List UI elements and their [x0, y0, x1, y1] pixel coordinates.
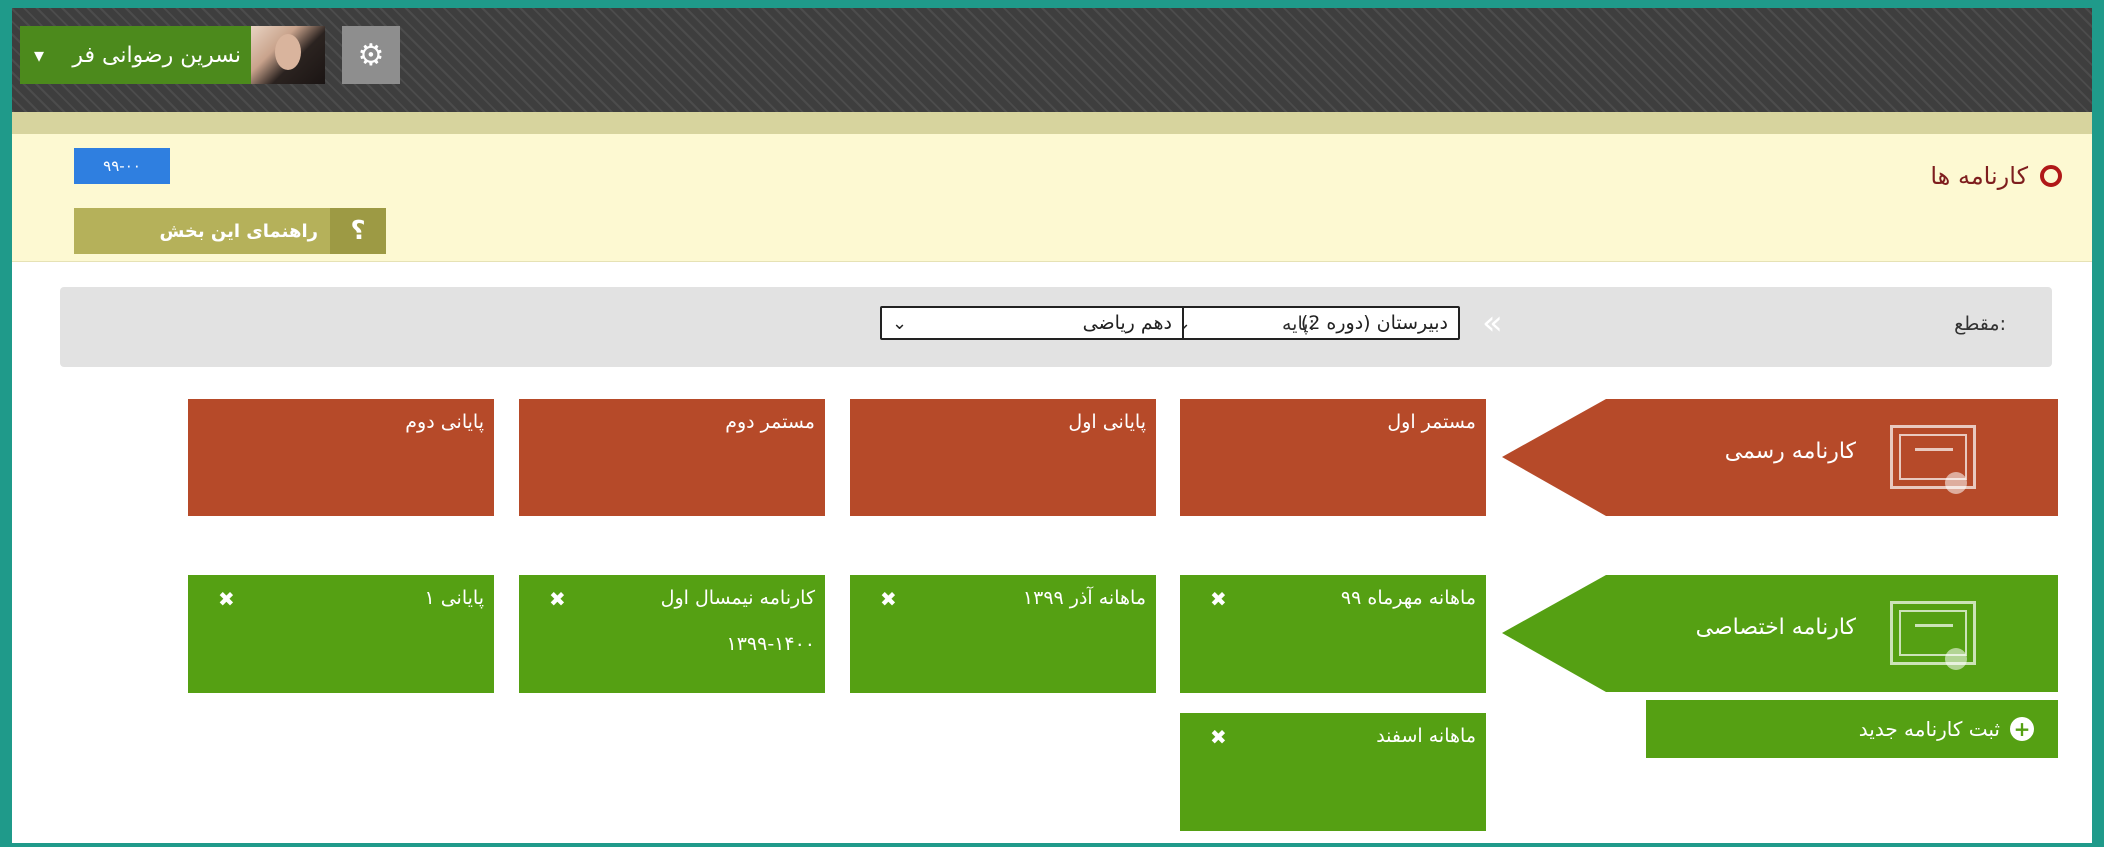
grade-label: پایه:: [1282, 313, 1315, 335]
gear-icon: ⚙: [357, 37, 385, 73]
header-strip: [12, 112, 2092, 134]
page-title-text: کارنامه ها: [1930, 162, 2028, 190]
avatar[interactable]: [251, 26, 325, 84]
add-report-card-label: ثبت کارنامه جدید: [1858, 717, 2000, 741]
grade-select-value: دهم ریاضی: [1082, 312, 1172, 334]
help-button-label: راهنمای این بخش: [159, 220, 318, 242]
official-tile[interactable]: مستمر دوم: [519, 399, 825, 516]
filter-bar: مقطع: دبیرستان (دوره 2) ⌄ « پایه: دهم ری…: [60, 287, 2052, 367]
question-icon: ؟: [330, 208, 386, 254]
page-title: کارنامه ها: [1930, 162, 2062, 190]
custom-tile-subtitle: ۱۳۹۹-۱۴۰۰: [726, 633, 816, 655]
custom-tile-title: کارنامه نیمسال اول: [660, 587, 815, 609]
chevron-down-icon[interactable]: ▾: [20, 43, 44, 67]
official-tile[interactable]: پایانی دوم: [188, 399, 494, 516]
certificate-icon: [1890, 425, 1976, 494]
custom-tile-title: پایانی ۱: [424, 587, 484, 609]
custom-report-header: کارنامه اختصاصی: [1502, 575, 2058, 692]
official-tile-label: مستمر اول: [1387, 411, 1476, 433]
custom-tile-title: ماهانه آذر ۱۳۹۹: [1022, 587, 1146, 609]
official-tile-label: مستمر دوم: [725, 411, 815, 433]
official-tile[interactable]: مستمر اول: [1180, 399, 1486, 516]
page-header: ۹۹-۰۰ ؟ راهنمای این بخش کارنامه ها: [12, 134, 2092, 262]
custom-tile[interactable]: ماهانه اسفند ✖: [1180, 713, 1486, 831]
close-icon[interactable]: ✖: [218, 587, 235, 611]
close-icon[interactable]: ✖: [1210, 587, 1227, 611]
top-bar: نسرین رضوانی فر ▾ ⚙: [12, 8, 2092, 112]
official-tile-label: پایانی دوم: [405, 411, 484, 433]
level-label: مقطع:: [1954, 313, 2006, 335]
certificate-icon: [1890, 601, 1976, 670]
official-report-header: کارنامه رسمی: [1502, 399, 2058, 516]
close-icon[interactable]: ✖: [549, 587, 566, 611]
chevron-down-icon: ⌄: [892, 312, 908, 334]
close-icon[interactable]: ✖: [1210, 725, 1227, 749]
official-report-label: کارنامه رسمی: [1724, 439, 1856, 464]
custom-tile-title: ماهانه مهرماه ۹۹: [1340, 587, 1476, 609]
add-report-card-button[interactable]: + ثبت کارنامه جدید: [1646, 700, 2058, 758]
official-tile-label: پایانی اول: [1068, 411, 1146, 433]
plus-circle-icon: +: [2010, 717, 2034, 741]
custom-tile-title: ماهانه اسفند: [1376, 725, 1476, 747]
official-tile[interactable]: پایانی اول: [850, 399, 1156, 516]
custom-tile[interactable]: ماهانه آذر ۱۳۹۹ ✖: [850, 575, 1156, 693]
level-select-value: دبیرستان (دوره 2): [1300, 312, 1448, 334]
custom-report-label: کارنامه اختصاصی: [1695, 615, 1856, 640]
close-icon[interactable]: ✖: [880, 587, 897, 611]
help-button[interactable]: ؟ راهنمای این بخش: [74, 208, 386, 254]
custom-tile[interactable]: کارنامه نیمسال اول ۱۳۹۹-۱۴۰۰ ✖: [519, 575, 825, 693]
custom-tile[interactable]: پایانی ۱ ✖: [188, 575, 494, 693]
app-frame: نسرین رضوانی فر ▾ ⚙ ۹۹-۰۰ ؟ راهنمای این …: [12, 8, 2092, 843]
double-arrow-icon: «: [1482, 303, 1503, 343]
academic-year-badge[interactable]: ۹۹-۰۰: [74, 148, 170, 184]
user-menu[interactable]: نسرین رضوانی فر ▾: [20, 26, 325, 84]
grade-select[interactable]: دهم ریاضی ⌄: [880, 306, 1184, 340]
circle-icon: [2040, 165, 2062, 187]
user-name[interactable]: نسرین رضوانی فر: [44, 43, 251, 68]
custom-tile[interactable]: ماهانه مهرماه ۹۹ ✖: [1180, 575, 1486, 693]
settings-button[interactable]: ⚙: [342, 26, 400, 84]
